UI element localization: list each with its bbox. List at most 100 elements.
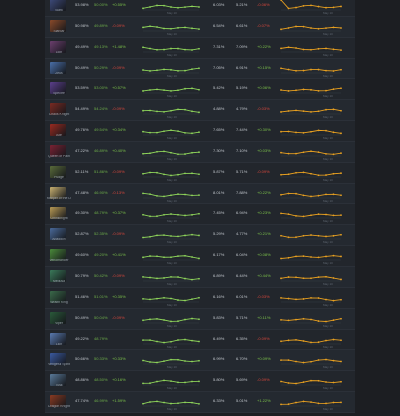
sparkline-point bbox=[149, 152, 151, 155]
sparkline-point bbox=[191, 401, 193, 404]
sparkline-point bbox=[163, 4, 165, 7]
table-row[interactable]: Tusk 48.86% 48.50% +0.16% May 10 5.80% 5.69% -0… bbox=[45, 371, 355, 393]
table-row[interactable]: Keeper of the Light 47.48% 46.90% -0.13% May… bbox=[45, 183, 355, 205]
table-row[interactable]: Slardar 50.98% 49.89% -0.09% May 10 6.54% 6.61… bbox=[45, 16, 355, 38]
win-rate-sparkline: May 10 bbox=[141, 226, 201, 244]
table-row[interactable]: Viper 50.49% 50.04% -0.09% May 10 5.83% 5.71% +… bbox=[45, 308, 355, 330]
win-rate-sparkline: May 10 bbox=[141, 122, 201, 140]
hero-name[interactable]: Pudge bbox=[47, 176, 71, 180]
table-row[interactable]: Abaddon 52.87% 52.35% -0.09% May 10 5.29% 4.77… bbox=[45, 225, 355, 247]
sparkline-point bbox=[163, 150, 165, 153]
hero-name[interactable]: Medusa bbox=[47, 280, 71, 284]
orange-sparkline-svg bbox=[280, 25, 342, 32]
sparkline-point bbox=[280, 193, 282, 196]
table-row[interactable]: Vengeful Spirit 50.66% 50.33% +0.33% May 10 6… bbox=[45, 350, 355, 372]
sparkline-point bbox=[177, 47, 179, 50]
sparkline-date-label: May 10 bbox=[323, 52, 333, 57]
sparkline-point bbox=[170, 129, 172, 132]
table-row[interactable]: Axe 49.76% 49.54% +0.34% May 10 7.65% 7.44% +0.… bbox=[45, 121, 355, 142]
sparkline-point bbox=[170, 151, 172, 154]
hero-name[interactable]: Chaos Knight bbox=[47, 113, 71, 117]
hero-name[interactable]: Dragon Knight bbox=[47, 405, 71, 409]
sparkline-point bbox=[295, 360, 297, 363]
sparkline-point bbox=[325, 214, 327, 216]
hero-name[interactable]: Spectre bbox=[47, 92, 71, 96]
sparkline-point bbox=[149, 298, 151, 301]
table-row[interactable]: Wraith King 51.46% 51.01% +0.35% May 10 6.16%… bbox=[45, 288, 355, 309]
sparkline-point bbox=[340, 132, 342, 135]
sparkline-point bbox=[142, 236, 144, 239]
sparkline-point bbox=[317, 68, 320, 71]
sparkline-point bbox=[198, 6, 200, 8]
hero-name[interactable]: Wraith King bbox=[47, 301, 71, 305]
sparkline-point bbox=[340, 172, 342, 174]
sparkline-point bbox=[198, 66, 200, 69]
sparkline-point bbox=[184, 254, 186, 257]
hero-name[interactable]: Zeus bbox=[47, 72, 71, 76]
sparkline-point bbox=[332, 153, 335, 156]
sparkline-date-label: May 10 bbox=[167, 386, 177, 391]
hero-name[interactable]: Vengeful Spirit bbox=[47, 363, 71, 367]
sparkline-point bbox=[177, 214, 179, 217]
hero-name[interactable]: Slardar bbox=[47, 30, 71, 34]
pick-change: +0.22% bbox=[257, 43, 271, 49]
win-rate-change: -0.09% bbox=[112, 64, 125, 70]
sparkline-point bbox=[177, 298, 179, 301]
sparkline-point bbox=[287, 213, 290, 216]
sparkline-date-label: May 10 bbox=[323, 115, 333, 120]
hero-name[interactable]: Abaddon bbox=[47, 238, 71, 242]
table-row[interactable]: Omniknight 49.30% 48.79% +0.37% May 10 7.45% 6… bbox=[45, 204, 355, 226]
sparkline-date-label: May 10 bbox=[323, 198, 333, 203]
win-rate: 50.66% bbox=[75, 356, 89, 362]
sparkline-point bbox=[317, 319, 320, 322]
hero-name[interactable]: Lion bbox=[47, 51, 71, 55]
hero-name[interactable]: Venomancer bbox=[47, 259, 71, 263]
sparkline-point bbox=[280, 235, 282, 237]
hero-name[interactable]: Lich bbox=[47, 343, 71, 347]
table-row[interactable]: Slark 53.98% 50.00% +0.55% May 10 6.03% 5.21% -… bbox=[45, 0, 355, 17]
sparkline-point bbox=[317, 296, 320, 299]
orange-sparkline-svg bbox=[280, 254, 342, 261]
pick-rate: 48.79% bbox=[94, 335, 108, 341]
table-row[interactable]: Lich 49.22% 48.79% May 10 6.49% 6.35% -0.09% Ma… bbox=[45, 330, 355, 351]
table-row[interactable]: Medusa 50.79% 50.42% -0.09% May 10 6.89% 6.44%… bbox=[45, 266, 355, 288]
table-row[interactable]: Zeus 50.49% 50.29% -0.09% May 10 7.05% 6.91% +0… bbox=[45, 58, 355, 80]
sparkline-point bbox=[142, 382, 144, 385]
sparkline-point bbox=[317, 256, 320, 259]
hero-name[interactable]: Tusk bbox=[47, 384, 71, 388]
sparkline-point bbox=[191, 48, 193, 51]
table-row[interactable]: Spectre 53.59% 53.00% +0.57% May 10 5.42% 5.19… bbox=[45, 79, 355, 101]
sparkline-point bbox=[191, 132, 193, 135]
win-rate: 49.22% bbox=[75, 335, 89, 341]
table-row[interactable]: Dragon Knight 47.74% 46.99% +1.59% May 10 6.3… bbox=[45, 392, 355, 413]
sparkline-point bbox=[177, 192, 179, 195]
sparkline-point bbox=[280, 380, 282, 383]
hero-name[interactable]: Omniknight bbox=[47, 217, 71, 221]
hero-name[interactable]: Slark bbox=[47, 9, 71, 13]
pick-rate: 54.24% bbox=[94, 106, 108, 112]
orange-sparkline-svg bbox=[280, 275, 342, 282]
sparkline-point bbox=[184, 360, 186, 363]
win-rate-sparkline: May 10 bbox=[141, 205, 201, 223]
sparkline-point bbox=[302, 235, 305, 237]
table-row[interactable]: Venomancer 49.60% 49.20% +0.41% May 10 6.17% 6… bbox=[45, 246, 355, 267]
table-row[interactable]: Lion 49.49% 49.13% +1.48% May 10 7.31% 7.09% +0… bbox=[45, 38, 355, 59]
table-row[interactable]: Queen of Pain 47.22% 46.89% +0.40% May 10 7.3… bbox=[45, 141, 355, 163]
table-row[interactable]: Chaos Knight 54.49% 54.24% -0.09% May 10 4.88… bbox=[45, 100, 355, 122]
sparkline-point bbox=[142, 402, 144, 405]
sparkline-point bbox=[332, 108, 335, 111]
sparkline-point bbox=[317, 110, 320, 113]
hero-name[interactable]: Axe bbox=[47, 134, 71, 138]
sparkline-point bbox=[295, 25, 297, 28]
hero-name[interactable]: Keeper of the Light bbox=[47, 197, 71, 201]
hero-name[interactable]: Viper bbox=[47, 322, 71, 326]
sparkline-point bbox=[317, 194, 320, 197]
hero-name[interactable]: Queen of Pain bbox=[47, 155, 71, 159]
table-row[interactable]: Pudge 52.11% 51.86% -0.09% May 10 5.87% 5.71% -… bbox=[45, 163, 355, 184]
sparkline-point bbox=[325, 47, 327, 50]
ban-value: 5.21% bbox=[236, 2, 248, 7]
sparkline-point bbox=[177, 381, 179, 384]
pick-change: -0.03% bbox=[257, 293, 270, 299]
sparkline-point bbox=[156, 110, 158, 113]
sparkline-point bbox=[332, 401, 335, 404]
